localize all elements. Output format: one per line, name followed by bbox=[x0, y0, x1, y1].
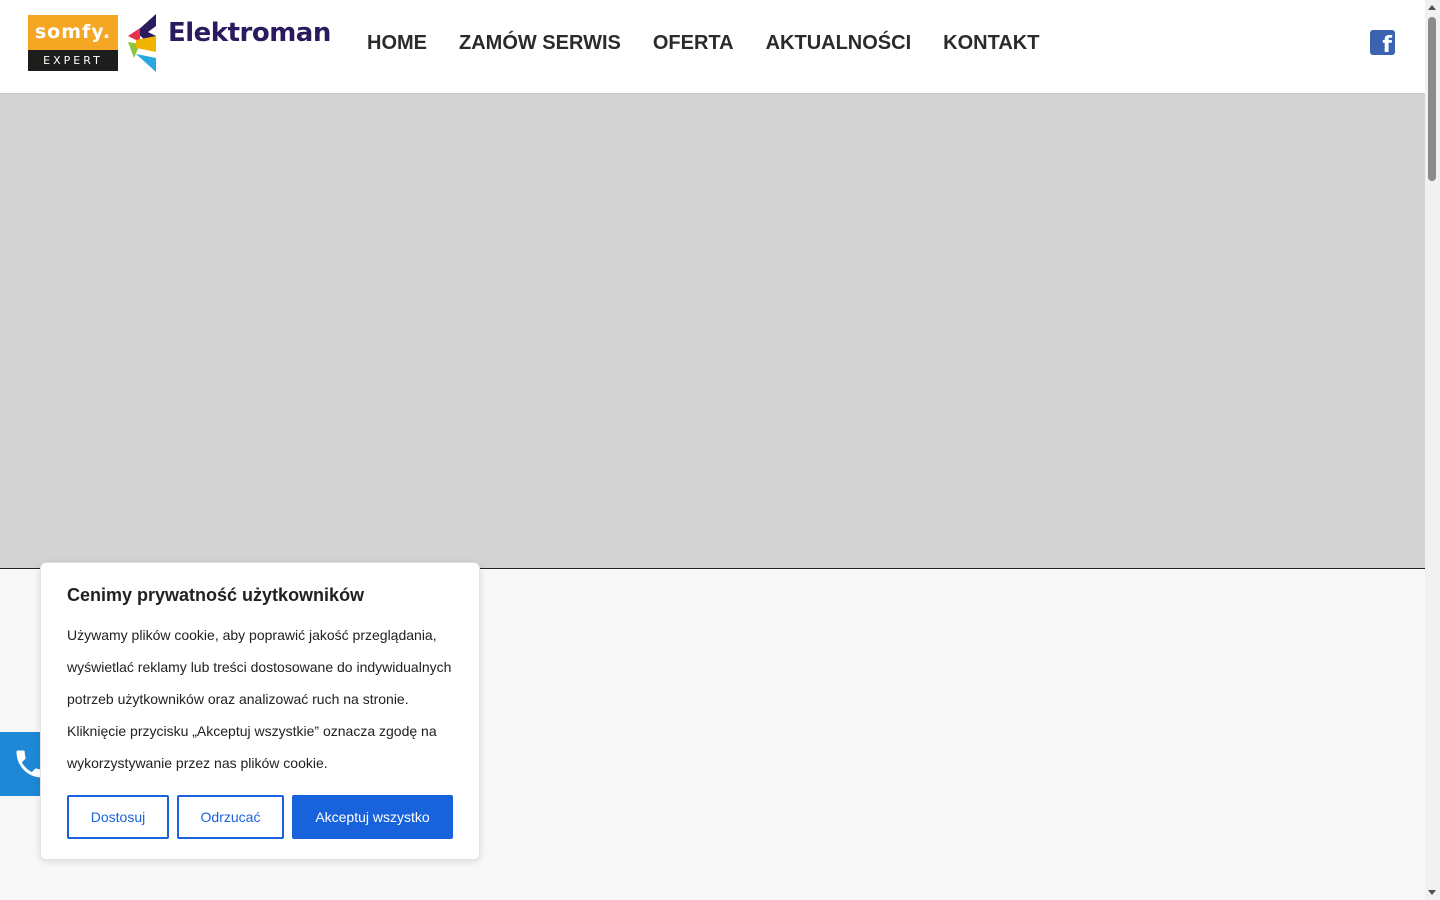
nav-aktualnosci[interactable]: AKTUALNOŚCI bbox=[766, 28, 912, 58]
phone-button[interactable] bbox=[0, 732, 44, 796]
nav-oferta[interactable]: OFERTA bbox=[653, 28, 734, 58]
elektroman-logo[interactable]: Elektroman bbox=[126, 14, 331, 72]
brand-name: Elektroman bbox=[168, 18, 331, 48]
cookie-paragraph-2: Kliknięcie przycisku „Akceptuj wszystkie… bbox=[67, 723, 437, 771]
cookie-title: Cenimy prywatność użytkowników bbox=[67, 585, 365, 605]
facebook-glyph: f bbox=[1382, 33, 1392, 58]
somfy-expert-logo[interactable]: somfy. EXPERT bbox=[28, 15, 118, 71]
nav-home[interactable]: HOME bbox=[367, 28, 427, 58]
cookie-description: Używamy plików cookie, aby poprawić jako… bbox=[67, 619, 462, 779]
elektroman-logo-mark-icon bbox=[128, 14, 156, 72]
scroll-up-arrow-icon[interactable] bbox=[1428, 5, 1436, 10]
reject-button[interactable]: Odrzucać bbox=[177, 795, 284, 839]
site-header: somfy. EXPERT Elektroman HOME ZAMÓW SERW… bbox=[0, 0, 1425, 94]
hero-banner bbox=[0, 94, 1425, 569]
facebook-icon[interactable]: f bbox=[1370, 30, 1395, 58]
customize-button[interactable]: Dostosuj bbox=[67, 795, 169, 839]
nav-zamow-serwis[interactable]: ZAMÓW SERWIS bbox=[459, 28, 621, 58]
page-scrollbar[interactable] bbox=[1425, 0, 1440, 900]
expert-logo-text: EXPERT bbox=[28, 50, 118, 71]
cookie-paragraph-1: Używamy plików cookie, aby poprawić jako… bbox=[67, 627, 452, 707]
cookie-consent-dialog: Cenimy prywatność użytkowników Używamy p… bbox=[40, 562, 480, 860]
accept-all-button[interactable]: Akceptuj wszystko bbox=[292, 795, 453, 839]
somfy-logo-text: somfy. bbox=[28, 15, 118, 50]
scroll-down-arrow-icon[interactable] bbox=[1428, 890, 1436, 895]
page: somfy. EXPERT Elektroman HOME ZAMÓW SERW… bbox=[0, 0, 1440, 900]
scrollbar-thumb[interactable] bbox=[1428, 17, 1436, 181]
main-nav: HOME ZAMÓW SERWIS OFERTA AKTUALNOŚCI KON… bbox=[367, 28, 1039, 58]
nav-kontakt[interactable]: KONTAKT bbox=[943, 28, 1039, 58]
cookie-buttons: Dostosuj Odrzucać Akceptuj wszystko bbox=[67, 795, 453, 839]
